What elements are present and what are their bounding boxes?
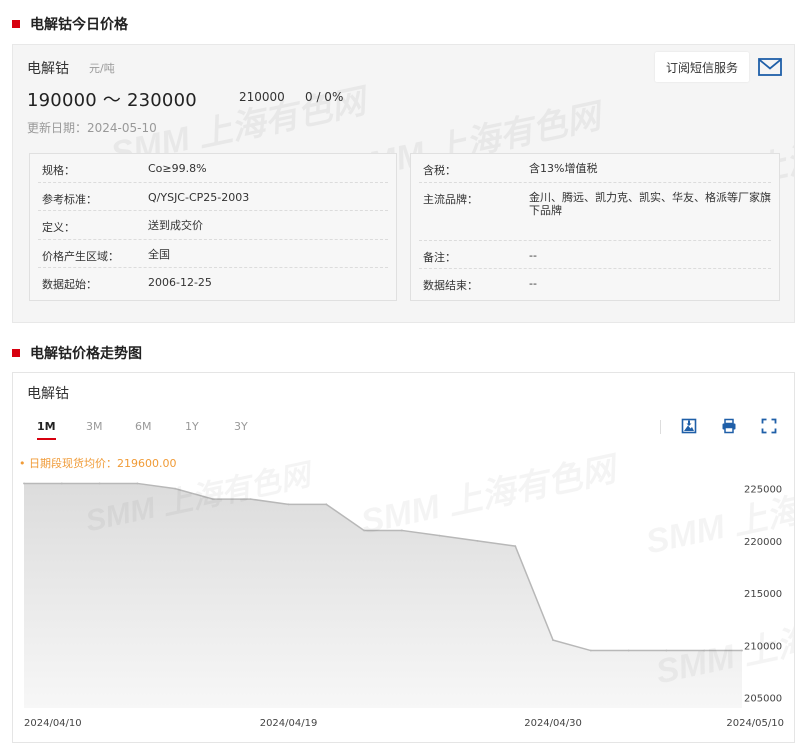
spec-key: 定义： [42, 221, 75, 234]
spec-key: 数据起始： [42, 278, 97, 291]
spec-value: 金川、腾远、凯力克、凯实、华友、格派等厂家旗下品牌 [529, 190, 771, 217]
section-marker [12, 20, 20, 28]
spec-value: Q/YSJC-CP25-2003 [148, 190, 250, 204]
x-tick-label: 2024/04/30 [524, 718, 582, 729]
image-download-icon[interactable] [681, 418, 697, 434]
data-point [589, 649, 592, 652]
x-tick-label: 2024/04/19 [260, 718, 318, 729]
data-point [287, 503, 290, 506]
spec-key: 参考标准： [42, 192, 97, 206]
chart-title: 电解钴 [27, 386, 69, 402]
data-point [627, 649, 630, 652]
spec-row: 备注： -- [419, 241, 771, 269]
spec-row: 规格： Co≥99.8% [38, 154, 388, 183]
spec-row: 主流品牌： 金川、腾远、凯力克、凯实、华友、格派等厂家旗下品牌 [419, 183, 771, 241]
price-trend-chart: 205000 210000 215000 220000 225000 2024/04/10… [23, 482, 784, 729]
spec-row: 价格产生区域： 全国 [38, 240, 388, 268]
spec-value: -- [529, 248, 537, 262]
price-change: 0 / 0% [305, 90, 344, 104]
data-point [400, 529, 403, 532]
toolbar-divider [660, 420, 661, 434]
spec-key: 规格： [42, 164, 75, 177]
product-unit: 元/吨 [89, 62, 115, 75]
spec-value: 送到成交价 [148, 219, 203, 232]
data-point [136, 482, 139, 485]
spec-value: 含13%增值税 [529, 162, 598, 175]
y-tick-label: 210000 [744, 641, 782, 652]
spec-value: Co≥99.8% [148, 162, 207, 175]
tab-3y[interactable]: 3Y [234, 420, 248, 433]
tab-1m[interactable]: 1M [37, 420, 56, 433]
average-price: 210000 [239, 90, 285, 104]
data-point [23, 482, 25, 485]
data-point [514, 545, 517, 548]
tab-active-underline [37, 438, 56, 440]
tab-1y[interactable]: 1Y [185, 420, 199, 433]
data-point [703, 649, 706, 652]
data-point [325, 503, 328, 506]
mail-icon[interactable] [758, 58, 782, 76]
data-point [438, 534, 441, 537]
data-point [98, 482, 101, 485]
fullscreen-icon[interactable] [761, 418, 777, 434]
price-trend-card: 205000 210000 215000 220000 225000 2024/04/10… [12, 372, 795, 743]
data-point [174, 487, 177, 490]
data-point [665, 649, 668, 652]
subscribe-sms-label: 订阅短信服务 [665, 60, 738, 75]
spec-table-right: 含税： 含13%增值税 主流品牌： 金川、腾远、凯力克、凯实、华友、格派等厂家旗下品… [410, 153, 780, 301]
section-title-text: 电解钴价格走势图 [30, 346, 142, 362]
spec-row: 数据结束： -- [419, 269, 771, 298]
spec-row: 定义： 送到成交价 [38, 211, 388, 240]
y-tick-label: 205000 [744, 694, 782, 705]
spec-key: 价格产生区域： [42, 249, 119, 263]
spec-value: 2006-12-25 [148, 276, 212, 289]
section-marker [12, 349, 20, 357]
data-point [60, 482, 63, 485]
series-area [24, 483, 742, 708]
x-tick-label: 2024/05/10 [726, 718, 784, 729]
section-title-price-trend: 电解钴价格走势图 [12, 343, 142, 363]
data-point [249, 498, 252, 501]
section-title-text: 电解钴今日价格 [30, 17, 128, 33]
y-tick-label: 225000 [744, 485, 782, 496]
spec-value: 全国 [148, 247, 170, 261]
spec-key: 含税： [423, 164, 456, 177]
spec-row: 参考标准： Q/YSJC-CP25-2003 [38, 183, 388, 211]
data-point [363, 529, 366, 532]
tab-6m[interactable]: 6M [135, 420, 152, 433]
section-title-today-price: 电解钴今日价格 [12, 14, 128, 34]
y-tick-label: 215000 [744, 589, 782, 600]
spec-row: 含税： 含13%增值税 [419, 154, 771, 183]
print-icon[interactable] [721, 418, 737, 434]
update-date-value: 2024-05-10 [87, 121, 157, 135]
spec-row: 数据起始： 2006-12-25 [38, 268, 388, 297]
data-point [212, 498, 214, 501]
average-price-legend: • 日期段现货均价：219600.00 [19, 457, 177, 470]
update-date-label: 更新日期： [27, 121, 88, 135]
price-card: SMM 上海有色网 SMM 上海有色网 SMM 上海有色网 电解钴 元/吨 19… [12, 44, 795, 323]
data-point [552, 639, 554, 642]
price-range: 190000 ～ 230000 [27, 90, 197, 111]
data-point [741, 649, 743, 652]
update-date: 更新日期：2024-05-10 [27, 119, 157, 136]
y-tick-label: 220000 [744, 537, 782, 548]
spec-value: -- [529, 277, 537, 290]
product-name: 电解钴 [27, 61, 69, 77]
spec-table-left: 规格： Co≥99.8% 参考标准： Q/YSJC-CP25-2003 定义： 送到成… [29, 153, 397, 301]
tab-3m[interactable]: 3M [86, 420, 103, 433]
spec-key: 数据结束： [423, 279, 478, 292]
data-point [476, 539, 479, 542]
spec-key: 备注： [423, 250, 456, 264]
spec-key: 主流品牌： [423, 192, 478, 206]
x-tick-label: 2024/04/10 [24, 718, 82, 729]
subscribe-sms-button[interactable]: 订阅短信服务 [655, 52, 749, 82]
